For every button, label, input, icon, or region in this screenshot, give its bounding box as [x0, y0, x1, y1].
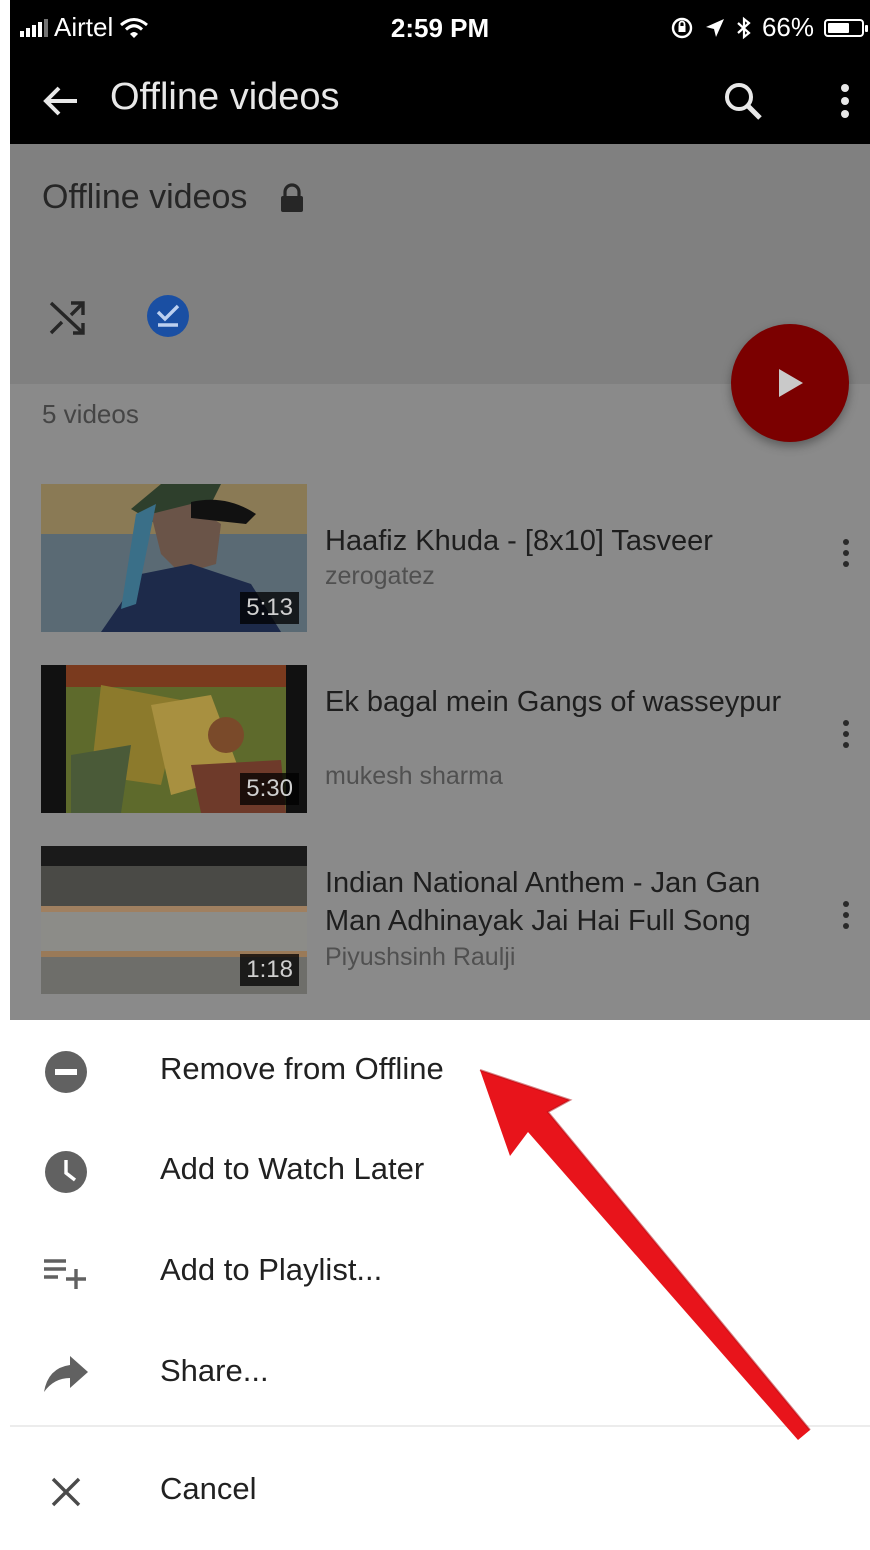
action-sheet: Remove from Offline Add to Watch Later A…: [10, 1020, 870, 1550]
cancel-button[interactable]: Cancel: [10, 1440, 870, 1540]
video-more-icon[interactable]: [838, 901, 854, 929]
close-icon: [40, 1468, 92, 1516]
video-channel: Piyushsinh Raulji: [325, 943, 516, 971]
playlist-title: Offline videos: [42, 178, 248, 216]
video-thumbnail[interactable]: 5:30: [41, 665, 307, 813]
menu-item-label: Remove from Offline: [160, 1051, 444, 1086]
duration-badge: 5:30: [240, 773, 299, 805]
search-icon[interactable]: [716, 74, 770, 128]
menu-item-add-to-playlist[interactable]: Add to Playlist...: [10, 1221, 870, 1321]
lock-icon: [281, 182, 304, 212]
location-arrow-icon: [705, 18, 724, 37]
app-bar: Offline videos: [10, 58, 870, 144]
video-item[interactable]: 5:13 Haafiz Khuda - [8x10] Tasveer zerog…: [10, 484, 870, 634]
video-channel: mukesh sharma: [325, 762, 503, 790]
video-thumbnail[interactable]: 5:13: [41, 484, 307, 632]
video-title[interactable]: Haafiz Khuda - [8x10] Tasveer: [325, 522, 805, 560]
duration-badge: 5:13: [240, 592, 299, 624]
play-icon: [779, 369, 803, 397]
shuffle-icon[interactable]: [40, 290, 94, 344]
remove-circle-icon: [40, 1048, 92, 1096]
sheet-divider: [10, 1425, 870, 1427]
playlist-content: Offline videos 5 videos 5:13 Haafiz Khud…: [10, 144, 870, 1020]
menu-item-label: Add to Watch Later: [160, 1151, 425, 1186]
menu-item-add-to-watch-later[interactable]: Add to Watch Later: [10, 1120, 870, 1220]
video-title[interactable]: Ek bagal mein Gangs of wasseypur: [325, 683, 805, 721]
menu-item-remove-from-offline[interactable]: Remove from Offline: [10, 1020, 870, 1120]
battery-percent: 66%: [761, 12, 814, 42]
orientation-lock-icon: [671, 17, 693, 38]
clock-icon: [40, 1148, 92, 1196]
app-bar-title: Offline videos: [110, 76, 340, 118]
back-arrow-icon[interactable]: [36, 76, 86, 126]
video-title[interactable]: Indian National Anthem - Jan Gan Man Adh…: [325, 864, 805, 940]
playlist-add-icon: [40, 1249, 92, 1297]
playlist-title-row: Offline videos: [42, 178, 305, 217]
video-more-icon[interactable]: [838, 720, 854, 748]
duration-badge: 1:18: [240, 954, 299, 986]
bluetooth-icon: [737, 16, 751, 39]
menu-item-share[interactable]: Share...: [10, 1322, 870, 1422]
status-bar: Airtel 2:59 PM 66%: [10, 0, 870, 58]
status-right: 66%: [670, 12, 868, 43]
menu-item-label: Share...: [160, 1353, 269, 1388]
video-thumbnail[interactable]: 1:18: [41, 846, 307, 994]
cancel-label: Cancel: [160, 1471, 257, 1506]
battery-icon: [824, 18, 868, 37]
app-window: Airtel 2:59 PM 66% Offline videos Offlin…: [10, 0, 870, 1550]
more-vert-icon[interactable]: [828, 74, 862, 128]
menu-item-label: Add to Playlist...: [160, 1252, 383, 1287]
video-item[interactable]: 5:30 Ek bagal mein Gangs of wasseypur mu…: [10, 665, 870, 815]
play-all-button[interactable]: [731, 324, 849, 442]
share-icon: [40, 1350, 92, 1398]
video-channel: zerogatez: [325, 562, 435, 590]
video-count: 5 videos: [42, 399, 139, 429]
video-more-icon[interactable]: [838, 539, 854, 567]
downloaded-check-icon[interactable]: [144, 292, 192, 340]
video-item[interactable]: 1:18 Indian National Anthem - Jan Gan Ma…: [10, 846, 870, 996]
